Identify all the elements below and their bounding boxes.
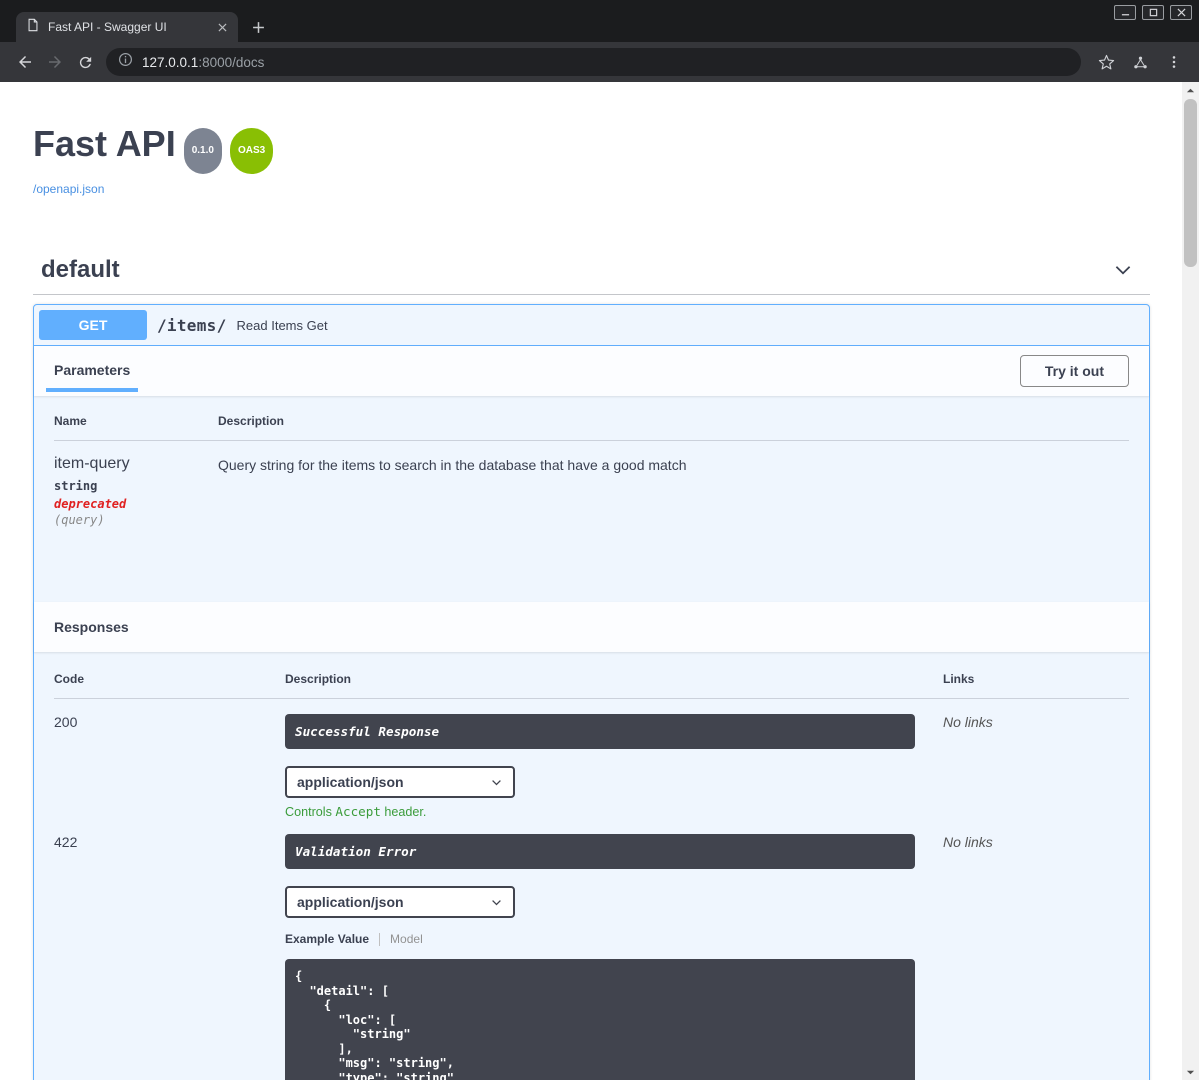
oas-badge: OAS3 bbox=[229, 128, 274, 174]
tag-title: default bbox=[41, 256, 120, 283]
tab-strip: Fast API - Swagger UI bbox=[16, 12, 272, 42]
response-description: Validation Error bbox=[285, 834, 915, 869]
titlebar: Fast API - Swagger UI bbox=[0, 0, 1199, 42]
responses-title: Responses bbox=[54, 619, 129, 635]
tab-example-value[interactable]: Example Value bbox=[285, 932, 369, 946]
parameters-area: Name Description item-query string depre… bbox=[34, 396, 1149, 602]
tab-close-icon[interactable] bbox=[214, 19, 230, 35]
parameter-meta: item-query string deprecated (query) bbox=[54, 455, 218, 527]
tab-model[interactable]: Model bbox=[390, 932, 423, 946]
controls-accept-note: Controls Accept header. bbox=[285, 804, 427, 819]
swagger-ui: Fast API 0.1.0 OAS3 /openapi.json defaul… bbox=[0, 82, 1182, 1080]
response-description-cell: Successful Response application/json Con… bbox=[285, 714, 943, 819]
browser-window: Fast API - Swagger UI 127.0.0.1:8000/doc… bbox=[0, 0, 1199, 1080]
opblock-get-items: GET /items/ Read Items Get Parameters Tr… bbox=[33, 304, 1150, 1080]
parameter-deprecated-flag: deprecated bbox=[54, 497, 127, 511]
tab-title: Fast API - Swagger UI bbox=[48, 20, 167, 34]
maximize-icon[interactable] bbox=[1142, 5, 1164, 20]
scrollbar-up-icon[interactable] bbox=[1182, 82, 1199, 98]
response-row-200: 200 Successful Response application/json… bbox=[54, 699, 1129, 819]
select-chevron-icon bbox=[492, 779, 501, 785]
example-json-block: { "detail": [ { "loc": [ "string" ], "ms… bbox=[285, 959, 915, 1080]
opblock-summary[interactable]: GET /items/ Read Items Get bbox=[34, 305, 1149, 346]
parameters-tab[interactable]: Parameters bbox=[46, 362, 139, 392]
page-file-icon bbox=[26, 18, 40, 37]
browser-toolbar: 127.0.0.1:8000/docs bbox=[0, 42, 1199, 82]
parameter-name: item-query bbox=[54, 455, 130, 472]
toolbar-actions bbox=[1091, 47, 1189, 77]
menu-kebab-icon[interactable] bbox=[1159, 47, 1189, 77]
col-header-code: Code bbox=[54, 672, 84, 686]
responses-header: Responses bbox=[34, 602, 1149, 652]
response-code: 422 bbox=[54, 834, 78, 850]
operation-path: /items/ bbox=[157, 315, 227, 335]
api-title: Fast API bbox=[33, 123, 176, 164]
url-text[interactable]: 127.0.0.1:8000/docs bbox=[142, 55, 264, 70]
page-content: Fast API 0.1.0 OAS3 /openapi.json defaul… bbox=[0, 82, 1199, 1080]
select-chevron-icon bbox=[492, 899, 501, 905]
parameter-location: (query) bbox=[54, 513, 105, 527]
parameter-row: item-query string deprecated (query) Que… bbox=[54, 441, 1129, 527]
back-icon[interactable] bbox=[10, 47, 40, 77]
scrollbar-thumb[interactable] bbox=[1184, 99, 1197, 267]
page-scrollbar[interactable] bbox=[1182, 82, 1199, 1080]
parameters-table-header: Name Description bbox=[54, 414, 1129, 441]
col-header-description: Description bbox=[218, 414, 285, 428]
version-badge: 0.1.0 bbox=[183, 128, 222, 174]
window-controls bbox=[1114, 5, 1192, 20]
response-links: No links bbox=[943, 834, 993, 850]
chevron-down-icon[interactable] bbox=[1112, 259, 1142, 281]
parameter-type: string bbox=[54, 479, 98, 493]
responses-area: Code Description Links 200 Successful Re… bbox=[34, 652, 1149, 1080]
response-description-cell: Validation Error application/json Exampl… bbox=[285, 834, 943, 1080]
site-info-icon[interactable] bbox=[118, 52, 133, 72]
forward-icon[interactable] bbox=[40, 47, 70, 77]
close-icon[interactable] bbox=[1170, 5, 1192, 20]
response-description: Successful Response bbox=[285, 714, 915, 749]
method-badge: GET bbox=[39, 310, 147, 340]
bookmark-star-icon[interactable] bbox=[1091, 47, 1121, 77]
try-it-out-button[interactable]: Try it out bbox=[1019, 355, 1129, 387]
network-nodes-icon[interactable] bbox=[1125, 47, 1155, 77]
reload-icon[interactable] bbox=[70, 47, 100, 77]
new-tab-button[interactable] bbox=[244, 13, 272, 41]
browser-tab[interactable]: Fast API - Swagger UI bbox=[16, 12, 238, 42]
url-host: 127.0.0.1 bbox=[142, 54, 199, 70]
parameter-description: Query string for the items to search in … bbox=[218, 457, 687, 473]
url-path: :8000/docs bbox=[198, 54, 265, 70]
media-type-select[interactable]: application/json bbox=[285, 766, 515, 798]
col-header-links: Links bbox=[943, 672, 975, 686]
media-type-value: application/json bbox=[297, 774, 404, 790]
parameters-header: Parameters Try it out bbox=[34, 346, 1149, 396]
tag-section-header[interactable]: default bbox=[33, 246, 1150, 295]
scrollbar-down-icon[interactable] bbox=[1182, 1064, 1199, 1080]
media-type-value: application/json bbox=[297, 894, 404, 910]
response-links: No links bbox=[943, 714, 993, 730]
response-row-422: 422 Validation Error application/json Ex… bbox=[54, 819, 1129, 1080]
minimize-icon[interactable] bbox=[1114, 5, 1136, 20]
openapi-spec-link[interactable]: /openapi.json bbox=[33, 182, 104, 196]
col-header-name: Name bbox=[54, 414, 87, 428]
tab-divider bbox=[379, 932, 381, 946]
accept-header-code: Accept bbox=[335, 804, 381, 819]
col-header-description: Description bbox=[285, 672, 352, 686]
operation-summary: Read Items Get bbox=[236, 317, 328, 333]
responses-table-header: Code Description Links bbox=[54, 672, 1129, 699]
api-info: Fast API 0.1.0 OAS3 /openapi.json bbox=[33, 124, 1150, 198]
api-title-row: Fast API 0.1.0 OAS3 bbox=[33, 124, 1150, 174]
response-code: 200 bbox=[54, 714, 78, 730]
address-bar[interactable]: 127.0.0.1:8000/docs bbox=[106, 48, 1081, 76]
media-type-select[interactable]: application/json bbox=[285, 886, 515, 918]
example-model-tabs: Example Value Model bbox=[285, 932, 915, 946]
